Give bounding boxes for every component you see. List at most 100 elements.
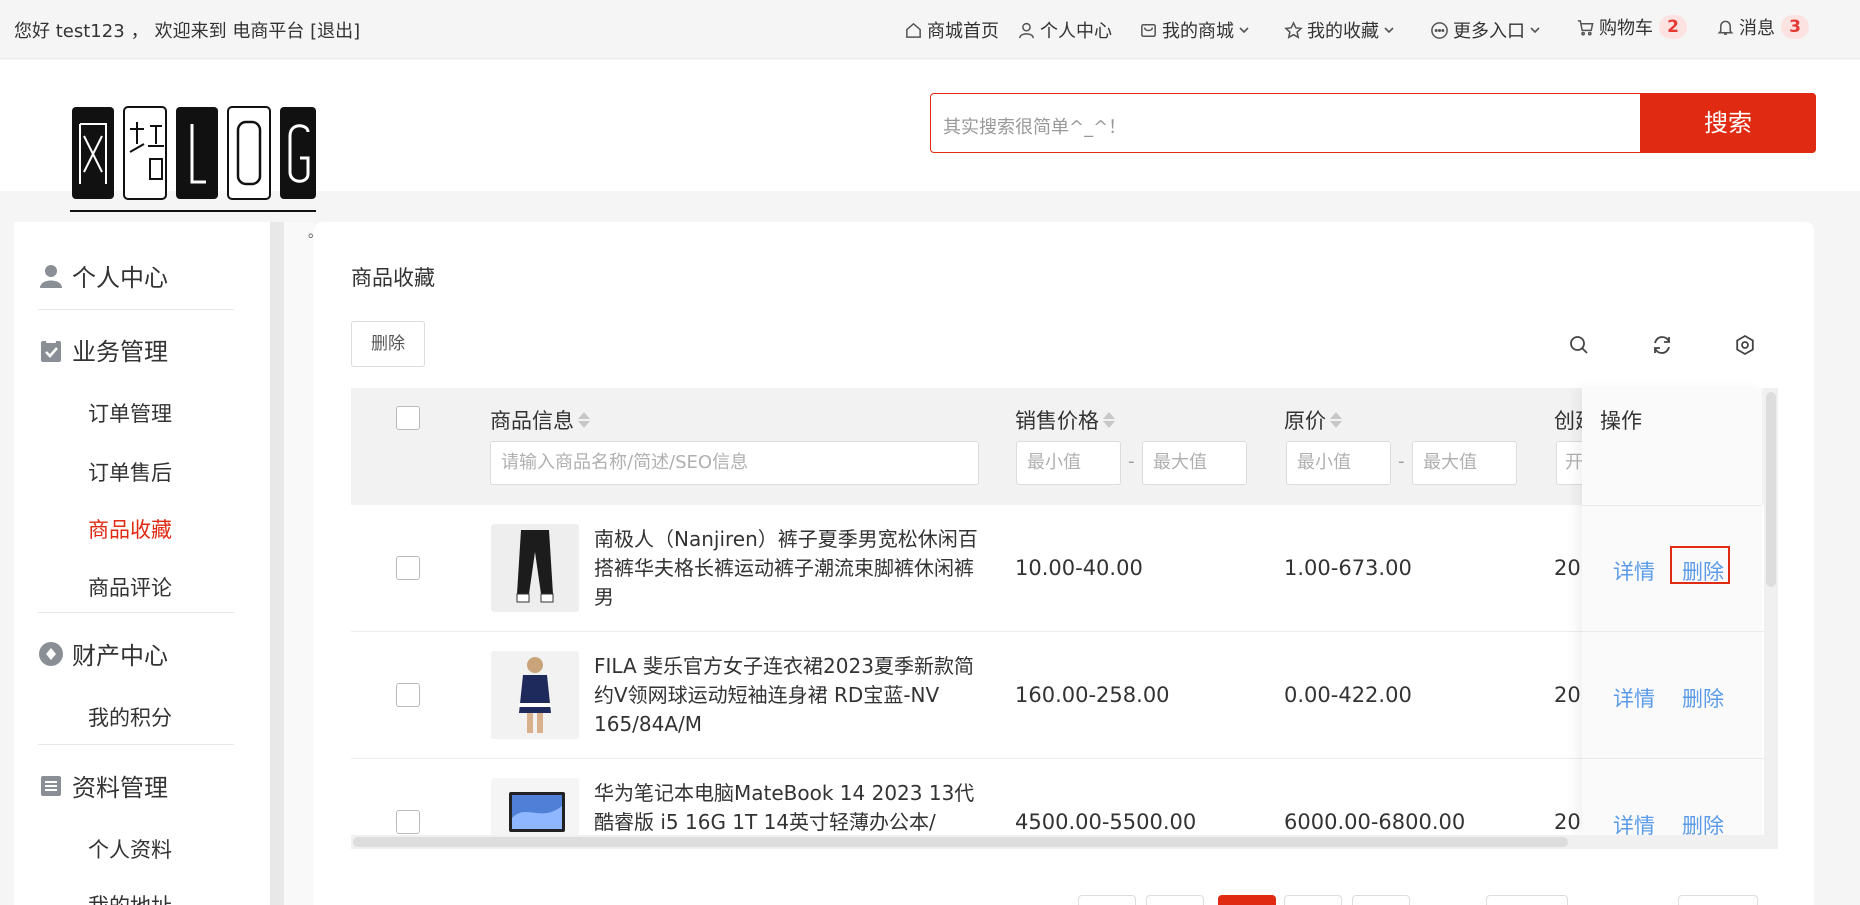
sidebar-item-personal-info[interactable]: 个人资料: [88, 834, 172, 864]
range-dash: -: [1128, 451, 1135, 472]
chevron-down-icon: [1239, 27, 1249, 34]
column-sale-price-label: 销售价格: [1015, 409, 1099, 433]
sidebar-group-label: 财产中心: [72, 642, 168, 670]
product-filter-input[interactable]: 请输入商品名称/简述/SEO信息: [490, 441, 979, 485]
divider: [38, 744, 234, 745]
sale-price-min-input[interactable]: 最小值: [1016, 441, 1121, 485]
search-input[interactable]: 其实搜索很简单^_^！: [943, 113, 1126, 139]
page-title: 商品收藏: [351, 266, 435, 290]
settings-icon[interactable]: [1734, 334, 1756, 356]
sale-price-max-input[interactable]: 最大值: [1142, 441, 1247, 485]
column-product[interactable]: 商品信息: [490, 405, 590, 435]
pagination-size-select[interactable]: [1486, 895, 1568, 905]
scrollbar-thumb[interactable]: [1766, 392, 1776, 587]
column-actions-label: 操作: [1600, 409, 1642, 433]
select-all-checkbox[interactable]: [396, 406, 420, 430]
detail-link[interactable]: 详情: [1613, 683, 1655, 713]
sidebar-item-after-sales[interactable]: 订单售后: [88, 457, 172, 487]
nav-home[interactable]: 商城首页: [904, 17, 999, 43]
actions-column: [1582, 388, 1762, 835]
search-icon[interactable]: [1568, 334, 1590, 356]
profile-icon: [41, 775, 61, 796]
sidebar-group-label: 个人中心: [72, 264, 168, 292]
search-box: 其实搜索很简单^_^！ 搜索: [930, 93, 1816, 153]
sort-icon[interactable]: [578, 411, 590, 429]
sidebar-group-business[interactable]: 业务管理: [38, 332, 168, 367]
created-cell: 202: [1554, 556, 1582, 580]
sale-price-cell: 160.00-258.00: [1015, 683, 1170, 707]
nav-favorites-label: 我的收藏: [1307, 21, 1379, 42]
sidebar-item-favorites[interactable]: 商品收藏: [88, 514, 172, 544]
sidebar-scrollbar[interactable]: [270, 222, 284, 905]
product-name[interactable]: 南极人（Nanjiren）裤子夏季男宽松休闲百搭裤华夫格长裤运动裤子潮流束脚裤休…: [594, 525, 984, 612]
pagination-current-page[interactable]: [1218, 895, 1276, 905]
wallet-icon: [39, 641, 63, 666]
sidebar-item-points[interactable]: 我的积分: [88, 702, 172, 732]
orig-price-min-input[interactable]: 最小值: [1286, 441, 1391, 485]
original-price-cell: 0.00-422.00: [1284, 683, 1412, 707]
nav-more-label: 更多入口: [1453, 21, 1525, 42]
pagination-jump-input[interactable]: [1678, 895, 1758, 905]
sidebar-group-label: 业务管理: [72, 338, 168, 366]
product-name[interactable]: FILA 斐乐官方女子连衣裙2023夏季新款简约V领网球运动短袖连身裙 RD宝蓝…: [594, 652, 984, 739]
column-sale-price[interactable]: 销售价格: [1015, 405, 1115, 435]
row-divider: [1582, 758, 1762, 759]
nav-cart[interactable]: 购物车 2: [1576, 14, 1687, 40]
sidebar-item-orders[interactable]: 订单管理: [88, 398, 172, 428]
nav-profile-label: 个人中心: [1040, 21, 1112, 42]
sort-icon[interactable]: [1103, 411, 1115, 429]
created-cell: 202: [1554, 810, 1582, 834]
sale-price-cell: 10.00-40.00: [1015, 556, 1143, 580]
batch-delete-button[interactable]: 删除: [351, 321, 425, 367]
pagination-page[interactable]: [1146, 895, 1204, 905]
nav-my-shop[interactable]: 我的商城: [1139, 17, 1251, 43]
pagination-next[interactable]: [1352, 895, 1410, 905]
nav-more[interactable]: 更多入口: [1430, 17, 1542, 43]
column-original-price[interactable]: 原价: [1284, 405, 1342, 435]
search-button[interactable]: 搜索: [1640, 93, 1816, 153]
column-created-label: 创建: [1554, 409, 1582, 433]
logout-link[interactable]: [退出]: [310, 21, 360, 42]
row-divider: [1582, 505, 1762, 506]
row-divider: [1582, 631, 1762, 632]
product-name[interactable]: 华为笔记本电脑MateBook 14 2023 13代酷睿版 i5 16G 1T…: [594, 779, 984, 835]
welcome-text: 欢迎来到 电商平台: [154, 21, 305, 42]
scrollbar-thumb[interactable]: [353, 837, 1568, 847]
row-checkbox[interactable]: [396, 683, 420, 707]
sidebar-group-profile[interactable]: 个人中心: [38, 258, 168, 293]
nav-my-shop-label: 我的商城: [1162, 21, 1234, 42]
delete-link[interactable]: 删除: [1682, 683, 1724, 713]
product-thumbnail[interactable]: [491, 524, 579, 612]
row-3-clip: 华为笔记本电脑MateBook 14 2023 13代酷睿版 i5 16G 1T…: [351, 759, 1582, 835]
greeting-username: 您好 test123: [14, 21, 125, 42]
sidebar-item-address[interactable]: 我的地址: [88, 890, 172, 905]
sidebar-group-profile-data[interactable]: 资料管理: [38, 768, 168, 803]
orig-price-max-input[interactable]: 最大值: [1412, 441, 1517, 485]
column-created[interactable]: 创建: [1554, 405, 1582, 435]
sale-price-cell: 4500.00-5500.00: [1015, 810, 1197, 834]
nav-profile[interactable]: 个人中心: [1017, 17, 1112, 43]
detail-link[interactable]: 详情: [1613, 556, 1655, 586]
site-logo[interactable]: [68, 104, 318, 216]
refresh-icon[interactable]: [1651, 334, 1673, 356]
column-original-price-label: 原价: [1284, 409, 1326, 433]
cart-icon: [1577, 19, 1594, 36]
row-divider: [351, 631, 1764, 632]
range-dash: -: [1398, 451, 1405, 472]
pagination-prev[interactable]: [1078, 895, 1136, 905]
sort-icon[interactable]: [1330, 411, 1342, 429]
product-thumbnail[interactable]: [491, 778, 579, 835]
bell-icon: [1717, 20, 1734, 35]
sidebar-group-label: 资料管理: [72, 774, 168, 802]
nav-messages[interactable]: 消息 3: [1716, 14, 1809, 40]
product-thumbnail[interactable]: [491, 651, 579, 739]
nav-favorites[interactable]: 我的收藏: [1284, 17, 1396, 43]
original-price-cell: 6000.00-6800.00: [1284, 810, 1466, 834]
row-checkbox[interactable]: [396, 810, 420, 834]
row-checkbox[interactable]: [396, 556, 420, 580]
more-icon: [1431, 21, 1448, 39]
original-price-cell: 1.00-673.00: [1284, 556, 1412, 580]
pagination-page[interactable]: [1284, 895, 1342, 905]
sidebar-group-assets[interactable]: 财产中心: [38, 636, 168, 671]
sidebar-item-reviews[interactable]: 商品评论: [88, 572, 172, 602]
